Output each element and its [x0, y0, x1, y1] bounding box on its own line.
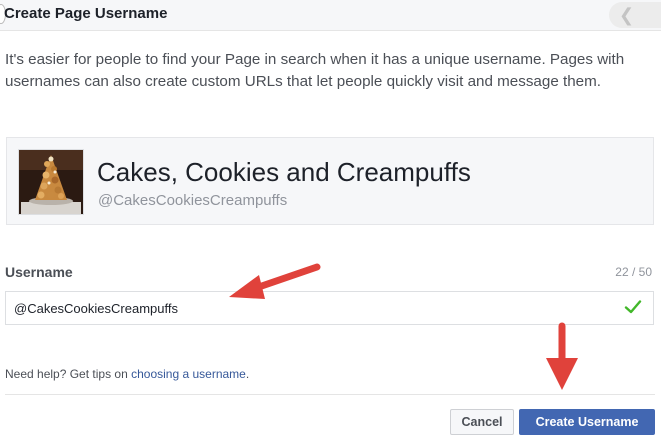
create-username-button[interactable]: Create Username	[519, 409, 655, 435]
help-prefix: Need help? Get tips on	[5, 367, 132, 381]
cancel-button[interactable]: Cancel	[450, 409, 514, 435]
username-input[interactable]	[5, 291, 654, 325]
create-username-dialog: Create Page Username ❮ It's easier for p…	[0, 0, 661, 440]
choosing-username-link[interactable]: choosing a username	[131, 367, 246, 381]
check-icon	[624, 300, 642, 314]
help-text: Need help? Get tips on choosing a userna…	[5, 367, 249, 381]
close-icon[interactable]: ❮	[609, 2, 661, 28]
dialog-header: Create Page Username ❮	[0, 0, 661, 31]
help-suffix: .	[245, 367, 250, 381]
page-preview-card: Cakes, Cookies and Creampuffs @CakesCook…	[6, 137, 654, 225]
page-handle: @CakesCookiesCreampuffs	[98, 192, 288, 209]
footer-divider	[5, 394, 655, 395]
dialog-title: Create Page Username	[4, 5, 168, 22]
croquembouche-image	[19, 150, 83, 214]
page-profile-photo	[18, 149, 84, 215]
intro-text: It's easier for people to find your Page…	[5, 51, 625, 90]
page-name: Cakes, Cookies and Creampuffs	[97, 157, 471, 187]
annotation-arrow-icon	[546, 322, 578, 390]
username-label: Username	[5, 264, 73, 280]
character-counter: 22 / 50	[615, 265, 652, 279]
